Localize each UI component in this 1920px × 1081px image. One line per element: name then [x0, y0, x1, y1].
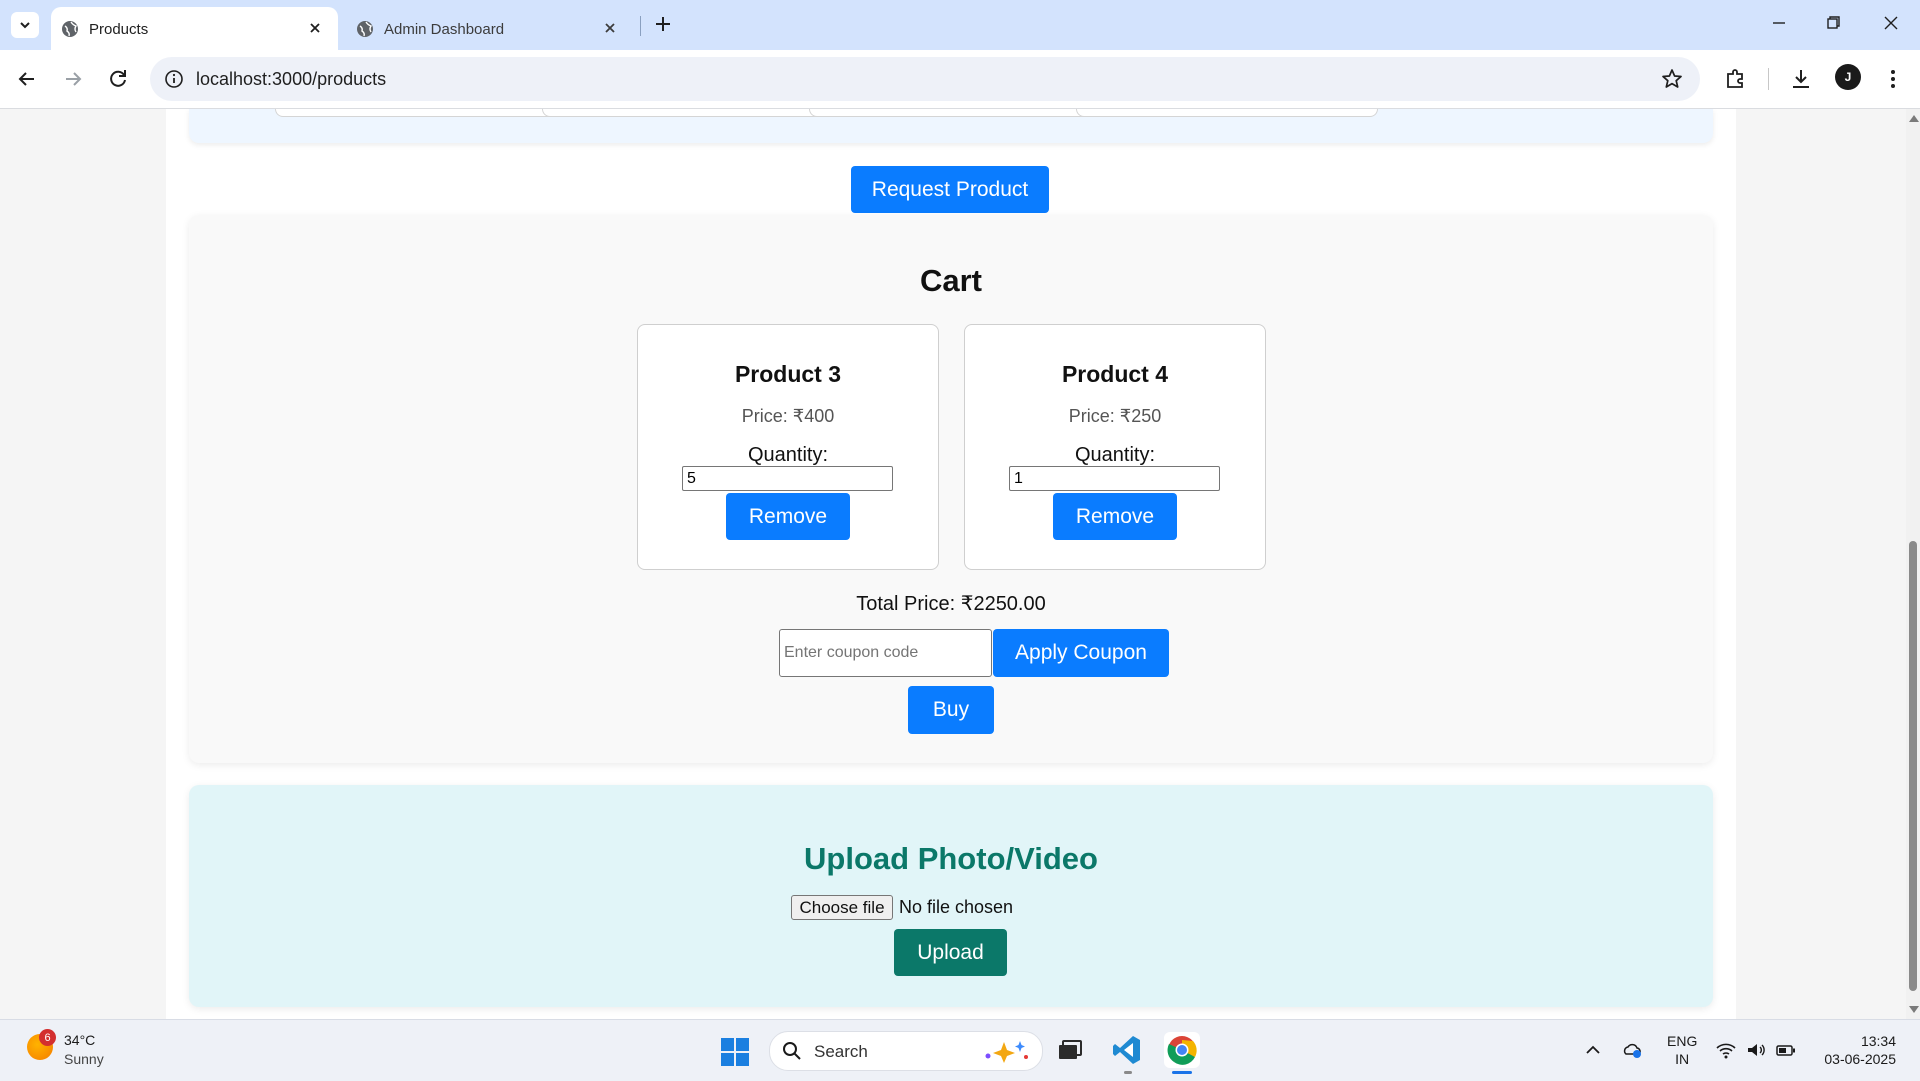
- quantity-input[interactable]: [1009, 466, 1220, 491]
- quantity-input[interactable]: [682, 466, 893, 491]
- tab-admin-dashboard[interactable]: Admin Dashboard: [346, 7, 633, 50]
- restore-icon[interactable]: [1820, 10, 1846, 36]
- quantity-label: Quantity:: [1074, 444, 1156, 466]
- back-arrow-icon[interactable]: [13, 65, 41, 93]
- volume-icon[interactable]: [1745, 1040, 1767, 1060]
- choose-file-button[interactable]: Choose file: [791, 895, 893, 920]
- chrome-button[interactable]: [1164, 1032, 1200, 1068]
- app-open-indicator: [1124, 1071, 1132, 1074]
- battery-icon[interactable]: [1775, 1040, 1797, 1060]
- task-view-button[interactable]: [1051, 1032, 1087, 1068]
- cart-section: Cart Product 3 Price: ₹400 Quantity: Rem…: [189, 215, 1713, 763]
- cart-item: Product 4 Price: ₹250 Quantity: Remove: [964, 324, 1266, 570]
- taskbar: 6 34°C Sunny Search ENG IN 13:34 03-06-2…: [0, 1019, 1920, 1081]
- task-view-icon: [1059, 1040, 1082, 1059]
- globe-icon: [62, 21, 78, 37]
- product-card: [809, 109, 1111, 117]
- tab-products[interactable]: Products: [51, 7, 338, 50]
- apply-coupon-button[interactable]: Apply Coupon: [993, 629, 1169, 677]
- coupon-input[interactable]: [779, 629, 992, 677]
- page-viewport: Request Product Cart Product 3 Price: ₹4…: [0, 109, 1906, 1019]
- upload-section: Upload Photo/Video Choose file No file c…: [189, 785, 1713, 1007]
- more-menu-icon[interactable]: [1879, 65, 1907, 93]
- system-clock[interactable]: 13:34 03-06-2025: [1816, 1032, 1896, 1068]
- tab-title: Admin Dashboard: [384, 21, 505, 38]
- forward-arrow-icon[interactable]: [59, 65, 87, 93]
- cart-item-name: Product 3: [734, 361, 842, 387]
- cart-item-price: Price: ₹400: [741, 406, 835, 426]
- language-indicator[interactable]: ENG IN: [1667, 1032, 1697, 1068]
- weather-condition[interactable]: Sunny: [64, 1051, 104, 1067]
- search-label: Search: [814, 1042, 868, 1061]
- close-icon[interactable]: [306, 19, 324, 37]
- scroll-up-arrow-icon[interactable]: [1909, 115, 1919, 122]
- vscode-button[interactable]: [1109, 1032, 1145, 1068]
- tab-title: Products: [89, 21, 149, 38]
- quantity-label: Quantity:: [747, 444, 829, 466]
- browser-toolbar: localhost:3000/products J: [0, 50, 1920, 109]
- request-product-button[interactable]: Request Product: [851, 166, 1049, 213]
- weather-badge: 6: [39, 1029, 56, 1046]
- scroll-down-arrow-icon[interactable]: [1909, 1006, 1919, 1013]
- weather-temperature[interactable]: 34°C: [64, 1032, 95, 1048]
- product-card: [542, 109, 844, 117]
- remove-button[interactable]: Remove: [1053, 493, 1177, 540]
- remove-button[interactable]: Remove: [726, 493, 850, 540]
- minimize-icon[interactable]: [1766, 10, 1792, 36]
- chrome-icon: [1167, 1036, 1197, 1065]
- buy-button[interactable]: Buy: [908, 686, 994, 734]
- scroll-thumb[interactable]: [1909, 541, 1917, 991]
- cart-title: Cart: [919, 263, 982, 298]
- product-card: [275, 109, 577, 117]
- search-icon: [783, 1042, 801, 1060]
- total-price: Total Price: ₹2250.00: [856, 593, 1046, 615]
- profile-avatar[interactable]: J: [1835, 64, 1861, 90]
- file-status: No file chosen: [899, 897, 1014, 917]
- product-card: [1076, 109, 1378, 117]
- onedrive-sync-icon[interactable]: [1622, 1040, 1644, 1060]
- page-scrollbar[interactable]: [1906, 109, 1920, 1019]
- tab-divider: [640, 16, 641, 36]
- clock-time: 13:34: [1860, 1033, 1896, 1049]
- chevron-down-icon: [20, 22, 30, 29]
- cart-item-name: Product 4: [1061, 361, 1169, 387]
- tab-strip: Products Admin Dashboard: [0, 0, 1920, 50]
- window-close-icon[interactable]: [1878, 10, 1904, 36]
- wifi-icon[interactable]: [1715, 1040, 1737, 1060]
- bookmark-star-icon[interactable]: [1660, 67, 1684, 91]
- clock-date: 03-06-2025: [1824, 1051, 1896, 1067]
- tab-search-button[interactable]: [11, 12, 39, 38]
- reload-icon[interactable]: [104, 65, 132, 93]
- site-info-icon[interactable]: [164, 69, 184, 89]
- address-bar[interactable]: localhost:3000/products: [150, 57, 1700, 101]
- new-tab-icon[interactable]: [651, 12, 675, 36]
- vscode-icon: [1113, 1036, 1140, 1064]
- cart-item: Product 3 Price: ₹400 Quantity: Remove: [637, 324, 939, 570]
- chevron-up-icon[interactable]: [1582, 1040, 1604, 1060]
- taskbar-search[interactable]: Search: [769, 1031, 1043, 1071]
- extensions-icon[interactable]: [1722, 65, 1750, 93]
- cart-item-price: Price: ₹250: [1068, 406, 1162, 426]
- language-region: IN: [1675, 1051, 1690, 1067]
- page-container: Request Product Cart Product 3 Price: ₹4…: [166, 109, 1736, 1019]
- products-section: [189, 109, 1713, 143]
- app-active-indicator: [1172, 1071, 1192, 1074]
- download-icon[interactable]: [1787, 65, 1815, 93]
- url-text: localhost:3000/products: [196, 69, 387, 89]
- windows-start-icon[interactable]: [720, 1037, 750, 1067]
- copilot-sparkle-icon: [985, 1041, 1028, 1063]
- language-code: ENG: [1667, 1033, 1698, 1049]
- upload-button[interactable]: Upload: [894, 929, 1007, 976]
- globe-icon: [357, 21, 373, 37]
- toolbar-divider: [1768, 68, 1769, 90]
- upload-title: Upload Photo/Video: [804, 841, 1098, 876]
- close-icon[interactable]: [601, 19, 619, 37]
